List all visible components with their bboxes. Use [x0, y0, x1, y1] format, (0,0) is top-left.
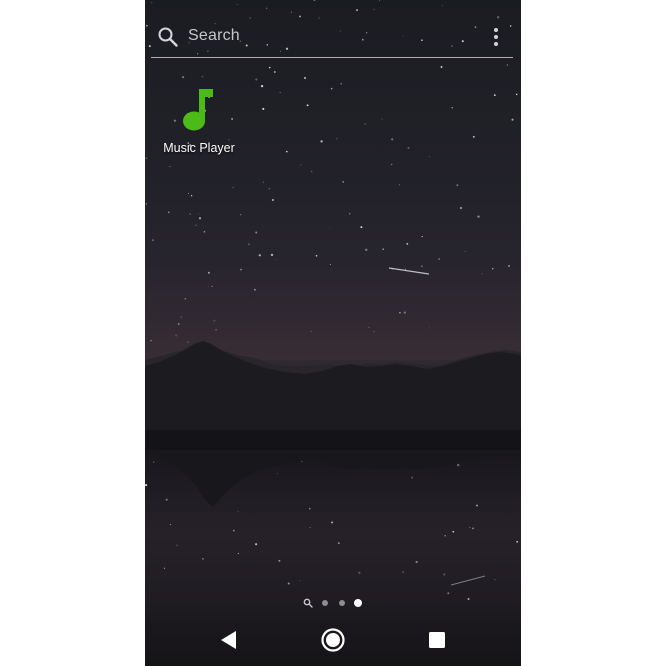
page-dot[interactable] [339, 600, 345, 606]
navigation-bar [145, 615, 521, 666]
search-page-icon[interactable] [303, 598, 313, 608]
app-shortcut-music-player[interactable]: Music Player [159, 84, 239, 160]
page-indicator[interactable] [300, 596, 370, 610]
home-screen: Search Music Player [145, 0, 521, 666]
search-underline [151, 57, 513, 58]
music-note-icon[interactable] [181, 86, 217, 134]
back-triangle-icon[interactable] [214, 625, 244, 655]
search-bar[interactable]: Search [151, 18, 513, 58]
recents-square-icon[interactable] [422, 625, 452, 655]
home-circle-icon[interactable] [318, 625, 348, 655]
page-dot-active[interactable] [354, 599, 362, 607]
overflow-menu-icon[interactable] [489, 26, 503, 48]
page-dot[interactable] [322, 600, 328, 606]
screen-backdrop: Search Music Player [0, 0, 666, 666]
app-label[interactable]: Music Player [159, 141, 239, 155]
search-placeholder[interactable]: Search [188, 27, 240, 45]
search-icon[interactable] [157, 26, 179, 48]
